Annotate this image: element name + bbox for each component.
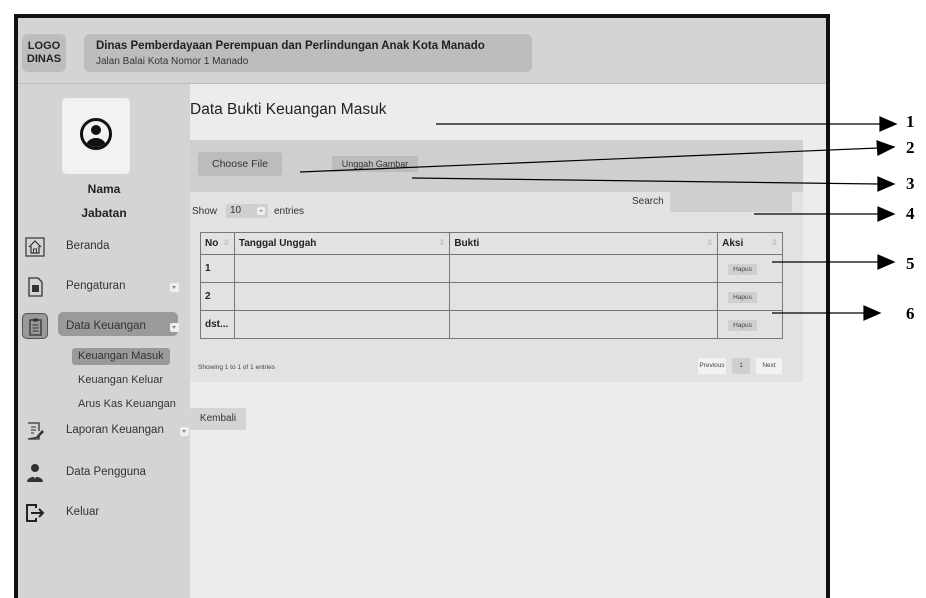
- upload-bar: Choose File Unggah Gambar: [190, 140, 803, 192]
- cell-no: 2: [200, 282, 235, 311]
- annotation-number: 1: [906, 112, 915, 131]
- cell-tanggal: [233, 310, 451, 339]
- organization-box: Dinas Pemberdayaan Perempuan dan Perlind…: [84, 34, 532, 72]
- cell-aksi: Hapus: [717, 254, 783, 283]
- organization-title: Dinas Pemberdayaan Perempuan dan Perlind…: [96, 40, 485, 52]
- cell-aksi: Hapus: [717, 310, 783, 339]
- sidebar-item-label: Data Pengguna: [66, 466, 146, 478]
- cell-bukti: [449, 310, 719, 339]
- show-label: Show: [192, 206, 218, 217]
- table-panel: Show 10 entries Search No ⇳ Tanggal Ungga…: [190, 190, 803, 382]
- sidebar-item-label: Beranda: [66, 240, 110, 252]
- avatar-card: [62, 98, 130, 174]
- organization-address: Jalan Balai Kota Nomor 1 Manado: [96, 56, 249, 67]
- chevron-down-icon[interactable]: [180, 427, 189, 436]
- avatar-icon: [80, 118, 112, 150]
- column-header-bukti[interactable]: Bukti ⇳: [449, 232, 719, 255]
- chevron-down-icon[interactable]: [170, 323, 179, 332]
- entries-label: entries: [274, 206, 305, 217]
- search-input[interactable]: [670, 190, 792, 212]
- choose-file-button[interactable]: Choose File: [198, 152, 282, 176]
- entries-select-value: 10: [230, 205, 242, 216]
- sidebar-item-keluar[interactable]: Keluar: [18, 502, 190, 524]
- home-icon: [24, 236, 46, 258]
- sidebar-item-label: Keluar: [66, 506, 100, 518]
- delete-button[interactable]: Hapus: [728, 291, 757, 303]
- table-row: 1 Hapus: [200, 254, 783, 283]
- table-row: 2 Hapus: [200, 282, 783, 311]
- delete-button[interactable]: Hapus: [728, 319, 757, 331]
- cell-bukti: [449, 254, 719, 283]
- sidebar: Nama Jabatan Beranda Pengaturan Data Keu…: [18, 84, 190, 598]
- logo-text-2: DINAS: [26, 53, 62, 65]
- upload-image-button[interactable]: Unggah Gambar: [332, 156, 418, 172]
- pagination-page-1[interactable]: 1: [732, 358, 750, 374]
- chevron-down-icon[interactable]: [170, 283, 179, 292]
- sidebar-item-laporan-keuangan[interactable]: Laporan Keuangan: [18, 420, 190, 442]
- column-header-aksi[interactable]: Aksi ⇳: [717, 232, 783, 255]
- edit-report-icon: [24, 420, 46, 442]
- sidebar-item-pengaturan[interactable]: Pengaturan: [18, 276, 190, 298]
- submenu-keuangan-keluar[interactable]: Keuangan Keluar: [78, 374, 163, 386]
- cell-tanggal: [233, 254, 451, 283]
- pagination-previous[interactable]: Previous: [698, 358, 726, 374]
- sidebar-item-beranda[interactable]: Beranda: [18, 236, 190, 258]
- table-row: dst... Hapus: [200, 310, 783, 339]
- pagination-next[interactable]: Next: [756, 358, 782, 374]
- sidebar-item-label: Data Keuangan: [66, 320, 146, 332]
- table-header-row: No ⇳ Tanggal Unggah ⇳ Bukti ⇳ Aksi ⇳: [200, 232, 783, 255]
- logout-icon: [24, 502, 46, 524]
- data-table: No ⇳ Tanggal Unggah ⇳ Bukti ⇳ Aksi ⇳ 1 Hapus…: [200, 232, 783, 339]
- sidebar-item-label: Laporan Keuangan: [66, 424, 164, 436]
- annotation-number: 5: [906, 254, 915, 273]
- cell-tanggal: [233, 282, 451, 311]
- cell-no: dst...: [200, 310, 235, 339]
- search-label: Search: [632, 196, 664, 207]
- submenu-arus-kas[interactable]: Arus Kas Keuangan: [78, 398, 176, 410]
- cell-bukti: [449, 282, 719, 311]
- cell-aksi: Hapus: [717, 282, 783, 311]
- submenu-keuangan-masuk[interactable]: Keuangan Masuk: [72, 348, 170, 365]
- annotation-number: 2: [906, 138, 915, 157]
- annotation-number: 3: [906, 174, 915, 193]
- logo-text-1: LOGO: [27, 40, 61, 52]
- page-title: Data Bukti Keuangan Masuk: [190, 101, 387, 118]
- sidebar-item-label: Pengaturan: [66, 280, 126, 292]
- header: LOGO DINAS Dinas Pemberdayaan Perempuan …: [18, 18, 826, 84]
- logo: LOGO DINAS: [22, 34, 66, 72]
- delete-button[interactable]: Hapus: [728, 263, 757, 275]
- chevron-down-icon: [257, 207, 265, 215]
- sidebar-item-data-pengguna[interactable]: Data Pengguna: [18, 462, 190, 484]
- table-info: Showing 1 to 1 of 1 entries: [198, 364, 275, 371]
- column-header-tanggal[interactable]: Tanggal Unggah ⇳: [233, 232, 451, 255]
- cell-no: 1: [200, 254, 235, 283]
- user-name: Nama: [87, 182, 121, 196]
- user-role: Jabatan: [81, 206, 127, 220]
- user-icon: [24, 462, 46, 484]
- document-icon: [24, 276, 46, 298]
- back-button[interactable]: Kembali: [190, 408, 246, 430]
- annotation-number: 6: [906, 304, 915, 323]
- annotation-number: 4: [906, 204, 915, 223]
- clipboard-icon: [24, 316, 46, 338]
- sidebar-item-data-keuangan[interactable]: Data Keuangan: [18, 312, 190, 339]
- entries-select[interactable]: 10: [226, 204, 268, 218]
- column-header-no[interactable]: No ⇳: [200, 232, 235, 255]
